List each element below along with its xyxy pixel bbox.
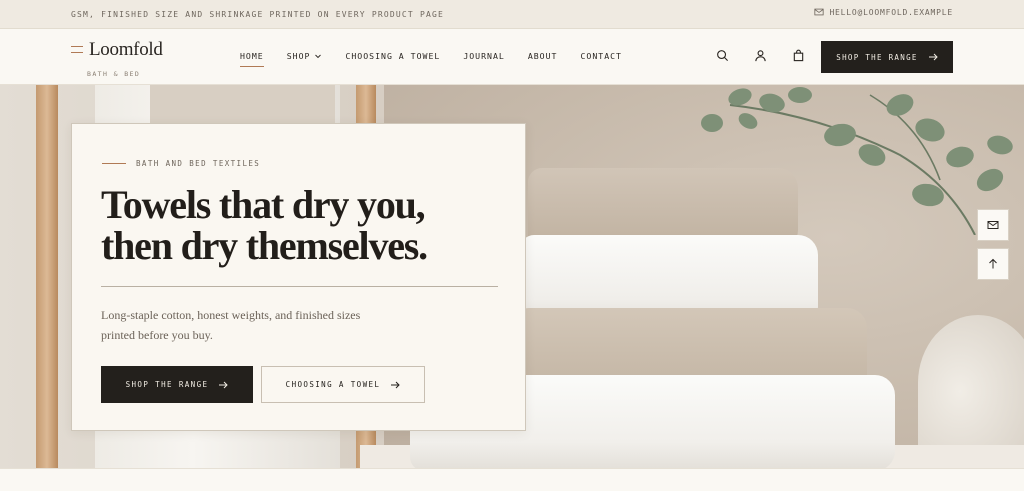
nav-item-home[interactable]: HOME [240, 51, 264, 67]
site-header: Loomfold BATH & BED HOME SHOP CHOOSING A… [0, 29, 1024, 85]
shop-the-range-header-button[interactable]: SHOP THE RANGE [821, 41, 953, 73]
nav-item-contact[interactable]: CONTACT [580, 51, 622, 61]
contact-float-button[interactable] [977, 209, 1009, 241]
arrow-right-icon [219, 381, 229, 388]
hero-card: BATH AND BED TEXTILES Towels that dry yo… [71, 123, 526, 431]
nav-label: CHOOSING A TOWEL [345, 51, 441, 61]
shop-the-range-button[interactable]: SHOP THE RANGE [101, 366, 253, 403]
button-label: SHOP THE RANGE [125, 380, 209, 389]
brand-name: Loomfold [89, 39, 163, 60]
eyebrow-rule [102, 163, 126, 164]
nav-label: ABOUT [527, 51, 558, 61]
nav-item-about[interactable]: ABOUT [528, 51, 558, 61]
hero-headline: Towels that dry you, then dry themselves… [101, 184, 501, 266]
eyebrow-text: BATH AND BED TEXTILES [136, 159, 261, 168]
logo-mark-icon [71, 46, 83, 53]
back-to-top-button[interactable] [977, 248, 1009, 280]
nav-label: JOURNAL [463, 51, 505, 61]
nav-label: CONTACT [580, 51, 622, 61]
email-text: HELLO@LOOMFOLD.EXAMPLE [829, 7, 953, 17]
hero-section: BATH AND BED TEXTILES Towels that dry yo… [0, 85, 1024, 468]
brand-tagline: BATH & BED [87, 70, 141, 78]
next-section [0, 468, 1024, 491]
towel-ladder-left [36, 85, 58, 468]
choosing-a-towel-button[interactable]: CHOOSING A TOWEL [261, 366, 425, 403]
nav-item-shop[interactable]: SHOP [287, 51, 323, 61]
cart-button[interactable] [792, 49, 805, 67]
button-label: CHOOSING A TOWEL [285, 380, 381, 389]
headline-line-2: then dry themselves. [101, 223, 428, 268]
bag-icon [793, 49, 804, 62]
search-icon [717, 50, 729, 62]
hero-divider [101, 286, 498, 287]
account-icon [755, 50, 766, 62]
button-label: SHOP THE RANGE [836, 52, 918, 62]
announcement-text: GSM, FINISHED SIZE AND SHRINKAGE PRINTED… [71, 10, 445, 19]
chevron-down-icon [315, 54, 322, 59]
account-button[interactable] [754, 49, 767, 67]
hanging-towel-fold [150, 85, 335, 125]
arrow-up-icon [989, 258, 997, 269]
nav-label: HOME [240, 51, 264, 61]
announcement-bar: GSM, FINISHED SIZE AND SHRINKAGE PRINTED… [0, 0, 1024, 29]
nav-label: SHOP [286, 51, 311, 61]
search-button[interactable] [716, 49, 729, 67]
mail-icon [814, 8, 825, 16]
hero-lede: Long-staple cotton, honest weights, and … [101, 308, 361, 342]
email-link[interactable]: HELLO@LOOMFOLD.EXAMPLE [814, 7, 953, 17]
hero-eyebrow: BATH AND BED TEXTILES [102, 159, 260, 168]
nav-item-choosing-a-towel[interactable]: CHOOSING A TOWEL [345, 51, 440, 61]
arrow-right-icon [391, 381, 401, 388]
mail-icon [987, 221, 999, 229]
arrow-right-icon [928, 53, 938, 61]
main-nav: HOME SHOP CHOOSING A TOWEL JOURNAL ABOUT… [240, 51, 622, 67]
nav-item-journal[interactable]: JOURNAL [463, 51, 505, 61]
headline-line-1: Towels that dry you, [101, 182, 426, 227]
